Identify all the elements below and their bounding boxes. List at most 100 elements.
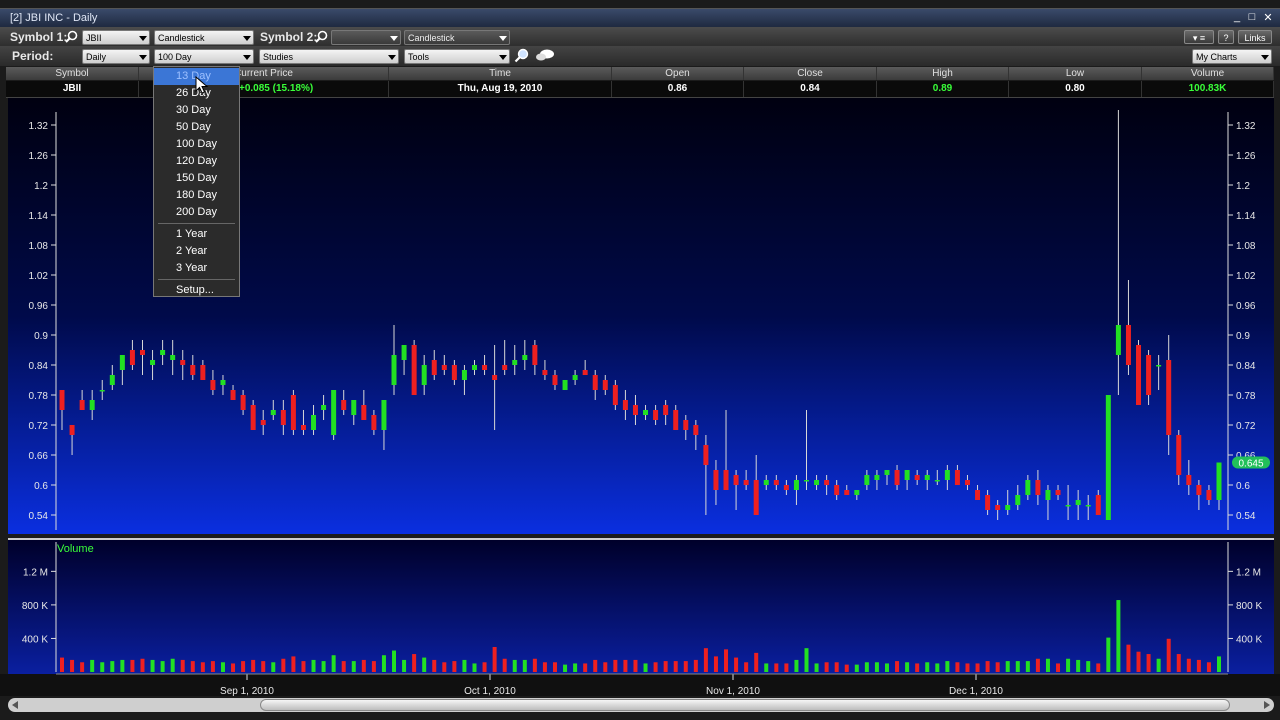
candle-body [934, 480, 940, 482]
volume-bar [251, 659, 256, 672]
volume-bar [1096, 663, 1101, 672]
dropdown-item[interactable]: 150 Day [154, 170, 239, 187]
volume-bar [623, 659, 628, 672]
volume-title: Volume [57, 543, 94, 555]
candle-body [401, 345, 407, 360]
candle-body [331, 390, 337, 435]
scroll-thumb[interactable] [260, 699, 1230, 711]
candle-body [371, 415, 377, 430]
volume-bar [271, 662, 276, 672]
mouse-cursor-icon [195, 76, 209, 94]
volume-bar [884, 663, 889, 672]
candle-body [129, 350, 135, 365]
candle-body [270, 410, 276, 415]
scroll-left-icon[interactable] [12, 701, 18, 709]
volume-bar [311, 659, 316, 672]
volume-bar [814, 663, 819, 672]
dropdown-item[interactable]: 180 Day [154, 187, 239, 204]
candle-body [512, 360, 518, 365]
candle-body [1105, 395, 1111, 520]
y-tick-label-right: 1.08 [1236, 241, 1256, 252]
dropdown-item[interactable]: 3 Year [154, 260, 239, 277]
volume-bar [563, 664, 568, 672]
volume-bar [1015, 661, 1020, 672]
candle-body [351, 400, 357, 415]
candle-body [904, 470, 910, 480]
dropdown-item[interactable]: Setup... [154, 282, 239, 299]
candle-body [1176, 435, 1182, 475]
y-tick-label-right: 0.84 [1236, 361, 1256, 372]
y-tick-label-right: 0.96 [1236, 301, 1256, 312]
horizontal-scrollbar[interactable] [8, 698, 1274, 712]
candle-body [824, 480, 830, 485]
volume-bar [653, 662, 658, 672]
candle-body [804, 480, 810, 482]
candle-body [170, 355, 176, 360]
candle-body [773, 480, 779, 485]
volume-bar [190, 661, 195, 672]
candle-body [632, 405, 638, 415]
volume-bar [673, 661, 678, 672]
candle-body [150, 360, 156, 365]
volume-bar [502, 658, 507, 672]
y-tick-label-left: 1.2 [34, 181, 48, 192]
volume-bar [331, 655, 336, 672]
volume-tick-label-left: 400 K [22, 634, 48, 645]
candle-body [884, 470, 890, 475]
volume-bar [784, 663, 789, 672]
candle-body [1216, 462, 1222, 500]
volume-bar [361, 659, 366, 672]
dropdown-item[interactable]: 200 Day [154, 204, 239, 221]
volume-bar [241, 661, 246, 672]
volume-bar [864, 662, 869, 672]
volume-bar [120, 659, 125, 672]
y-tick-label-left: 0.72 [29, 421, 49, 432]
candle-body [733, 475, 739, 485]
candle-body [240, 395, 246, 410]
volume-bar [220, 662, 225, 672]
dropdown-item[interactable]: 2 Year [154, 243, 239, 260]
period-dropdown: 13 Day 26 Day 30 Day 50 Day 100 Day 120 Day 15… [153, 66, 240, 297]
candle-body [532, 345, 538, 365]
volume-bar [140, 658, 145, 672]
dropdown-item[interactable]: 50 Day [154, 119, 239, 136]
candle-body [1085, 505, 1091, 507]
candle-body [653, 410, 659, 420]
volume-tick-label-right: 800 K [1236, 601, 1262, 612]
volume-bar [955, 662, 960, 672]
dropdown-item[interactable]: 1 Year [154, 226, 239, 243]
candle-body [643, 410, 649, 415]
volume-bar [301, 661, 306, 672]
volume-bar [512, 659, 517, 672]
candle-body [1196, 485, 1202, 495]
volume-bar [532, 658, 537, 672]
scroll-right-icon[interactable] [1264, 701, 1270, 709]
candle-body [300, 425, 306, 430]
candle-body [260, 420, 266, 425]
dropdown-item[interactable]: 120 Day [154, 153, 239, 170]
candle-body [311, 415, 317, 430]
volume-bar [985, 661, 990, 672]
candle-body [119, 355, 125, 370]
candle-body [59, 390, 65, 410]
y-tick-label-left: 0.66 [29, 451, 49, 462]
candle-body [924, 475, 930, 480]
dropdown-item[interactable]: 30 Day [154, 102, 239, 119]
y-tick-label-right: 0.54 [1236, 511, 1256, 522]
candle-body [1125, 325, 1131, 365]
candle-body [381, 400, 387, 430]
dropdown-item[interactable]: 100 Day [154, 136, 239, 153]
y-tick-label-right: 1.14 [1236, 211, 1256, 222]
candle-body [552, 375, 558, 385]
volume-bar [1206, 662, 1211, 672]
volume-bar [874, 662, 879, 672]
volume-bar [1086, 661, 1091, 672]
candle-body [280, 410, 286, 425]
candle-body [693, 425, 699, 435]
volume-bar [291, 656, 296, 672]
candle-body [1035, 480, 1041, 495]
volume-tick-label-right: 400 K [1236, 634, 1262, 645]
volume-bar [1056, 663, 1061, 672]
candle-body [230, 390, 236, 400]
candle-body [502, 365, 508, 370]
